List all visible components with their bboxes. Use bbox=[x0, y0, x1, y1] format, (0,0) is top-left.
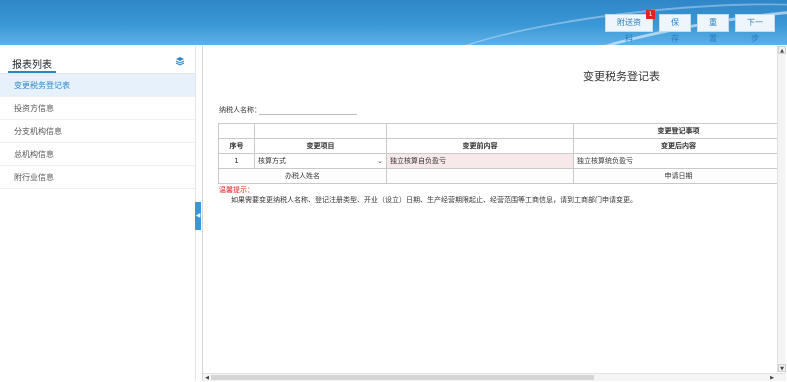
sidebar-item-branch-info[interactable]: 分支机构信息 bbox=[0, 120, 195, 143]
scroll-down-icon[interactable]: ▼ bbox=[778, 364, 786, 372]
sidebar-item-investor-info[interactable]: 投资方信息 bbox=[0, 97, 195, 120]
sidebar-title-underline bbox=[8, 71, 56, 73]
agent-name-label: 办税人姓名 bbox=[218, 168, 387, 184]
scroll-up-icon[interactable]: ▲ bbox=[778, 46, 786, 54]
change-items-table: 变更登记事项 序号 变更项目 变更前内容 变更后内容 1 核算方式 ⌄ 独立核算… bbox=[218, 123, 784, 184]
sidebar-item-change-registration[interactable]: 变更税务登记表 bbox=[0, 74, 195, 97]
horizontal-scroll-thumb[interactable] bbox=[211, 375, 594, 380]
warning-title: 温馨提示： bbox=[219, 186, 254, 194]
chevron-down-icon: ⌄ bbox=[377, 157, 383, 165]
toolbar: 附送资料 1 保存 重置 下一步 bbox=[605, 10, 775, 43]
horizontal-scrollbar[interactable]: ◀ ▶ bbox=[203, 373, 786, 381]
col-header-after: 变更后内容 bbox=[573, 138, 784, 154]
sidebar-header: 报表列表 bbox=[0, 46, 195, 74]
change-item-select[interactable]: 核算方式 ⌄ bbox=[254, 153, 387, 169]
vertical-scrollbar[interactable]: ▲ ▼ bbox=[777, 46, 786, 372]
col-header-item: 变更项目 bbox=[254, 138, 387, 154]
group-header: 变更登记事项 bbox=[573, 123, 784, 139]
attach-count-badge: 1 bbox=[646, 10, 655, 19]
collapse-arrow-icon: ◀ bbox=[195, 212, 201, 219]
save-button[interactable]: 保存 bbox=[659, 14, 691, 43]
form-title: 变更税务登记表 bbox=[583, 70, 660, 83]
sidebar-collapse-toggle[interactable]: ◀ bbox=[195, 202, 201, 230]
apply-date-label: 申请日期 bbox=[573, 168, 784, 184]
col-header-no: 序号 bbox=[218, 138, 255, 154]
taxpayer-name-field[interactable] bbox=[259, 114, 357, 115]
col-header-before: 变更前内容 bbox=[386, 138, 574, 154]
reset-button[interactable]: 重置 bbox=[697, 14, 729, 43]
agent-name-input[interactable] bbox=[386, 168, 574, 184]
top-header: 附送资料 1 保存 重置 下一步 bbox=[0, 0, 787, 45]
row-no: 1 bbox=[218, 153, 255, 169]
layers-icon[interactable] bbox=[175, 56, 185, 66]
table-row: 1 核算方式 ⌄ 独立核算自负盈亏 独立核算统负盈亏 bbox=[218, 153, 784, 169]
after-content-input[interactable]: 独立核算统负盈亏 bbox=[573, 153, 784, 169]
table-blank-cell bbox=[386, 123, 574, 139]
warning-text: 如果需要变更纳税人名称、登记注册类型、开业（设立）日期、生产经营期限起止、经营范… bbox=[231, 196, 637, 204]
taxpayer-name-label: 纳税人名称： bbox=[219, 106, 261, 114]
report-list-sidebar: 报表列表 变更税务登记表 投资方信息 分支机构信息 总机构信息 附行业信息 bbox=[0, 46, 196, 381]
attach-materials-button[interactable]: 附送资料 1 bbox=[605, 10, 655, 43]
form-panel: 变更税务登记表 纳税人名称： 变更登记事项 序号 变更项目 变更前内容 变更后内… bbox=[202, 46, 787, 381]
before-content-cell: 独立核算自负盈亏 bbox=[386, 153, 574, 169]
change-item-value: 核算方式 bbox=[258, 157, 286, 165]
table-blank-cell bbox=[254, 123, 387, 139]
sidebar-title: 报表列表 bbox=[12, 60, 52, 71]
sidebar-item-head-office-info[interactable]: 总机构信息 bbox=[0, 143, 195, 166]
sidebar-item-industry-info[interactable]: 附行业信息 bbox=[0, 166, 195, 189]
table-corner-cell bbox=[218, 123, 255, 139]
next-step-button[interactable]: 下一步 bbox=[735, 14, 775, 43]
